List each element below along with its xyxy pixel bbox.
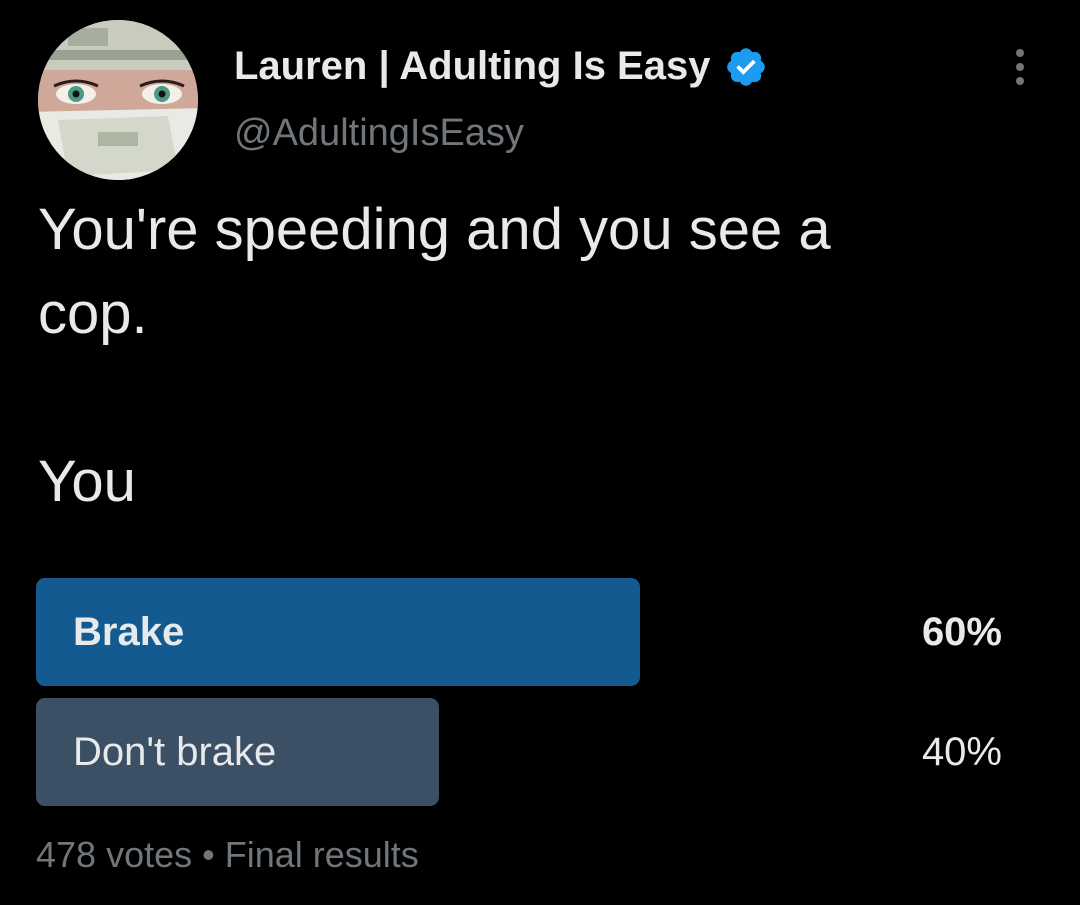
tweet-text: You're speeding and you see a cop. You: [38, 197, 831, 514]
separator-dot: •: [202, 834, 215, 875]
poll-option-label: Don't brake: [73, 730, 277, 774]
poll-option-percent: 60%: [921, 610, 1002, 654]
more-options-icon[interactable]: [1000, 44, 1040, 94]
poll-footer: 478 votes • Final results: [36, 834, 419, 876]
verified-badge-icon: [727, 47, 766, 86]
display-name-text: Lauren | Adulting Is Easy: [234, 44, 711, 88]
profile-photo-icon: [38, 20, 198, 180]
poll-option-dont-brake[interactable]: Don't brake 40%: [36, 698, 1036, 806]
poll-option-label: Brake: [73, 610, 185, 654]
poll-option-percent: 40%: [921, 730, 1002, 774]
user-handle[interactable]: @AdultingIsEasy: [234, 112, 524, 155]
display-name[interactable]: Lauren | Adulting Is Easy: [234, 44, 768, 89]
poll-status: Final results: [224, 834, 419, 875]
poll-vote-count: 478 votes: [36, 834, 193, 875]
poll-option-brake[interactable]: Brake 60%: [36, 578, 1036, 686]
avatar[interactable]: [38, 20, 198, 180]
